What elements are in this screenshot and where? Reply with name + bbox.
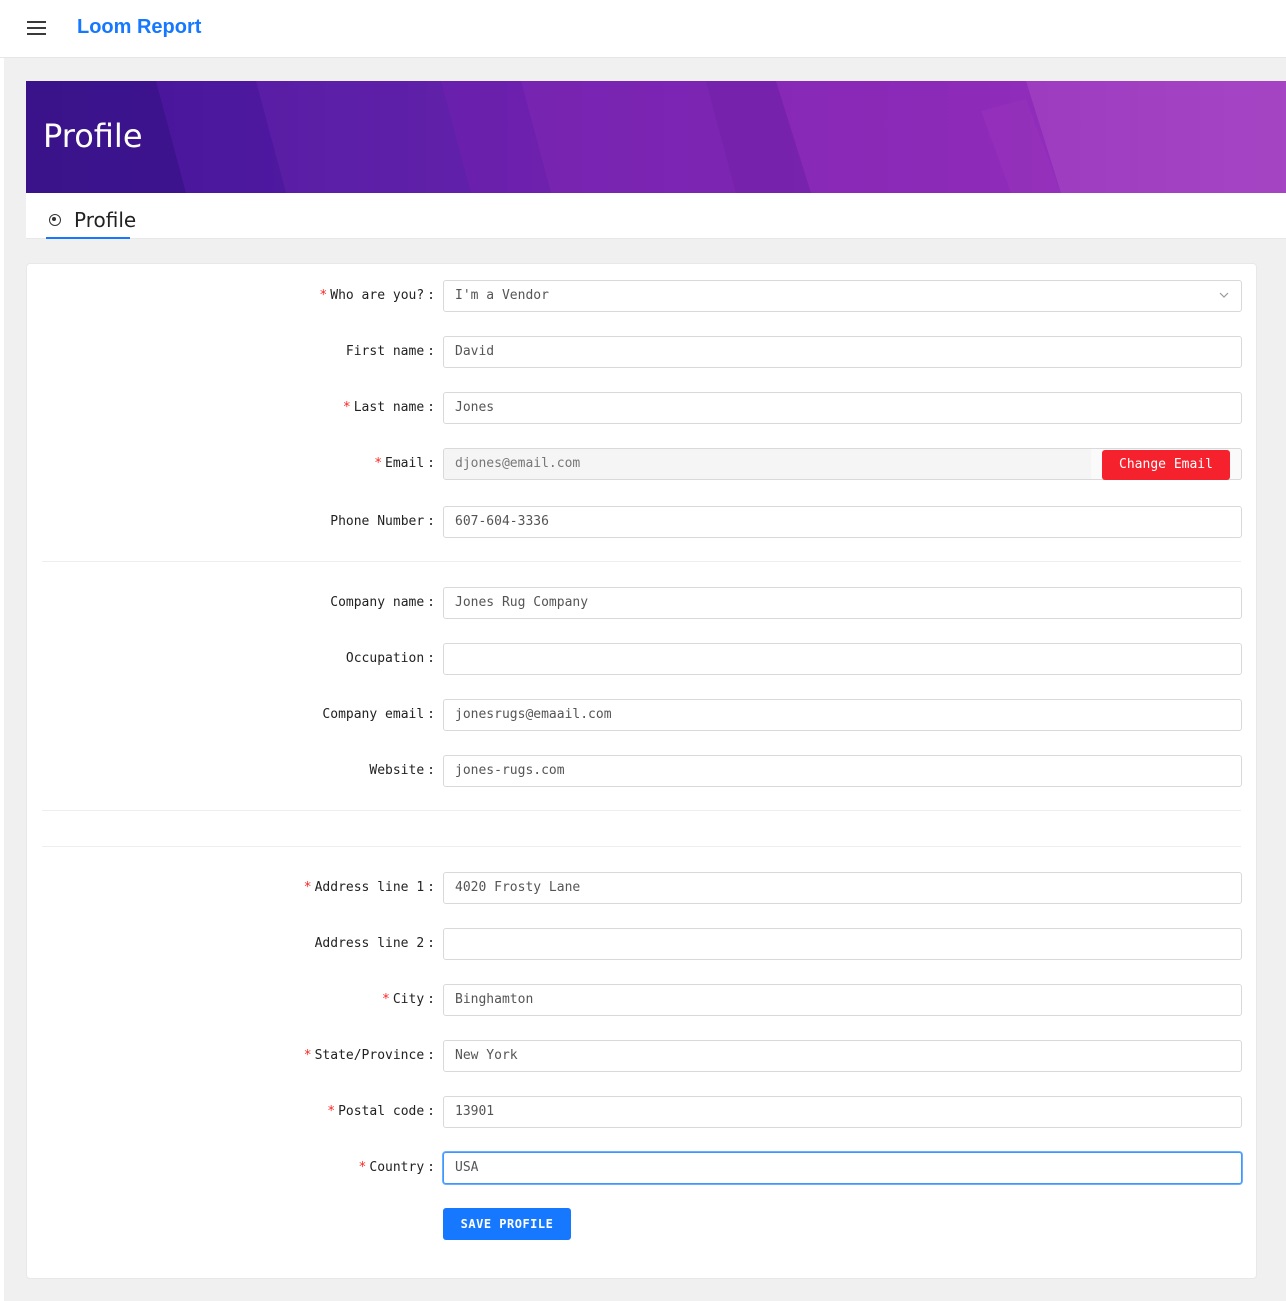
form-row-first-name: First name: David xyxy=(27,336,1258,368)
tab-bar: Profile xyxy=(26,193,1286,239)
left-rail xyxy=(0,58,4,1301)
required-mark: * xyxy=(303,880,312,895)
occupation-input[interactable] xyxy=(443,643,1242,675)
phone-label-text: Phone Number xyxy=(330,514,425,529)
form-row-country: * Country: USA xyxy=(27,1152,1258,1184)
address1-input[interactable]: 4020 Frosty Lane xyxy=(443,872,1242,904)
change-email-button[interactable]: Change Email xyxy=(1102,450,1230,480)
phone-label: Phone Number: xyxy=(330,514,435,529)
last-name-label-text: Last name xyxy=(353,400,425,415)
first-name-input[interactable]: David xyxy=(443,336,1242,368)
state-input[interactable]: New York xyxy=(443,1040,1242,1072)
email-label-text: Email xyxy=(385,456,425,471)
first-name-label-text: First name xyxy=(345,344,425,359)
form-row-email: * Email: djones@email.com Change Email xyxy=(27,448,1258,480)
address1-label-text: Address line 1 xyxy=(314,880,425,895)
form-row-company-name: Company name: Jones Rug Company xyxy=(27,587,1258,619)
country-label-text: Country xyxy=(369,1160,425,1175)
occupation-label: Occupation: xyxy=(345,651,435,666)
form-row-occupation: Occupation: xyxy=(27,643,1258,675)
page-title: Profile xyxy=(43,117,143,155)
section-divider xyxy=(42,561,1241,562)
form-row-website: Website: jones-rugs.com xyxy=(27,755,1258,787)
email-label: * Email: xyxy=(374,456,435,471)
form-row-company-email: Company email: jonesrugs@emaail.com xyxy=(27,699,1258,731)
postal-code-input[interactable]: 13901 xyxy=(443,1096,1242,1128)
address2-input[interactable] xyxy=(443,928,1242,960)
form-row-phone: Phone Number: 607-604-3336 xyxy=(27,506,1258,538)
top-bar: Loom Report xyxy=(0,0,1286,58)
required-mark: * xyxy=(319,288,328,303)
website-label-text: Website xyxy=(369,763,425,778)
city-label: * City: xyxy=(382,992,435,1007)
last-name-label: * Last name: xyxy=(342,400,435,415)
who-label-text: Who are you? xyxy=(330,288,425,303)
section-divider xyxy=(42,846,1241,847)
tab-profile[interactable]: Profile xyxy=(46,193,136,239)
company-name-label-text: Company name xyxy=(330,595,425,610)
website-label: Website: xyxy=(369,763,435,778)
company-name-input[interactable]: Jones Rug Company xyxy=(443,587,1242,619)
company-email-label-text: Company email xyxy=(322,707,425,722)
form-row-who: * Who are you?: I'm a Vendor xyxy=(27,280,1258,312)
app-title[interactable]: Loom Report xyxy=(77,16,201,39)
company-email-label: Company email: xyxy=(322,707,435,722)
address2-label: Address line 2: xyxy=(314,936,435,951)
page-header-banner: Profile xyxy=(26,81,1286,193)
required-mark: * xyxy=(382,992,390,1007)
form-row-city: * City: Binghamton xyxy=(27,984,1258,1016)
required-mark: * xyxy=(303,1048,312,1063)
state-label-text: State/Province xyxy=(314,1048,425,1063)
required-mark: * xyxy=(342,400,351,415)
radio-target-icon xyxy=(49,214,61,226)
city-input[interactable]: Binghamton xyxy=(443,984,1242,1016)
hamburger-menu-icon[interactable] xyxy=(27,20,47,38)
state-label: * State/Province: xyxy=(303,1048,435,1063)
form-row-last-name: * Last name: Jones xyxy=(27,392,1258,424)
phone-input[interactable]: 607-604-3336 xyxy=(443,506,1242,538)
who-select-value: I'm a Vendor xyxy=(455,288,549,303)
form-row-postal: * Postal code: 13901 xyxy=(27,1096,1258,1128)
email-input: djones@email.com xyxy=(443,448,1092,480)
tab-label: Profile xyxy=(74,208,137,232)
country-label: * Country: xyxy=(358,1160,435,1175)
email-addon: Change Email xyxy=(1091,448,1242,480)
form-row-state: * State/Province: New York xyxy=(27,1040,1258,1072)
who-label: * Who are you?: xyxy=(319,288,435,303)
first-name-label: First name: xyxy=(345,344,435,359)
occupation-label-text: Occupation xyxy=(345,651,425,666)
banner-decoration xyxy=(26,81,1286,193)
address1-label: * Address line 1: xyxy=(303,880,435,895)
who-select[interactable]: I'm a Vendor xyxy=(443,280,1242,312)
company-email-input[interactable]: jonesrugs@emaail.com xyxy=(443,699,1242,731)
address2-label-text: Address line 2 xyxy=(314,936,425,951)
city-label-text: City xyxy=(392,992,425,1007)
website-input[interactable]: jones-rugs.com xyxy=(443,755,1242,787)
required-mark: * xyxy=(327,1104,336,1119)
section-divider xyxy=(42,810,1241,811)
last-name-input[interactable]: Jones xyxy=(443,392,1242,424)
save-profile-button[interactable]: SAVE PROFILE xyxy=(443,1208,571,1240)
postal-label: * Postal code: xyxy=(327,1104,435,1119)
form-row-address2: Address line 2: xyxy=(27,928,1258,960)
country-input[interactable]: USA xyxy=(443,1152,1242,1184)
postal-label-text: Postal code xyxy=(338,1104,425,1119)
required-mark: * xyxy=(358,1160,367,1175)
chevron-down-icon xyxy=(1219,292,1229,298)
profile-form-card: * Who are you?: I'm a Vendor First name: … xyxy=(26,263,1257,1279)
required-mark: * xyxy=(374,456,383,471)
form-row-address1: * Address line 1: 4020 Frosty Lane xyxy=(27,872,1258,904)
company-name-label: Company name: xyxy=(330,595,435,610)
